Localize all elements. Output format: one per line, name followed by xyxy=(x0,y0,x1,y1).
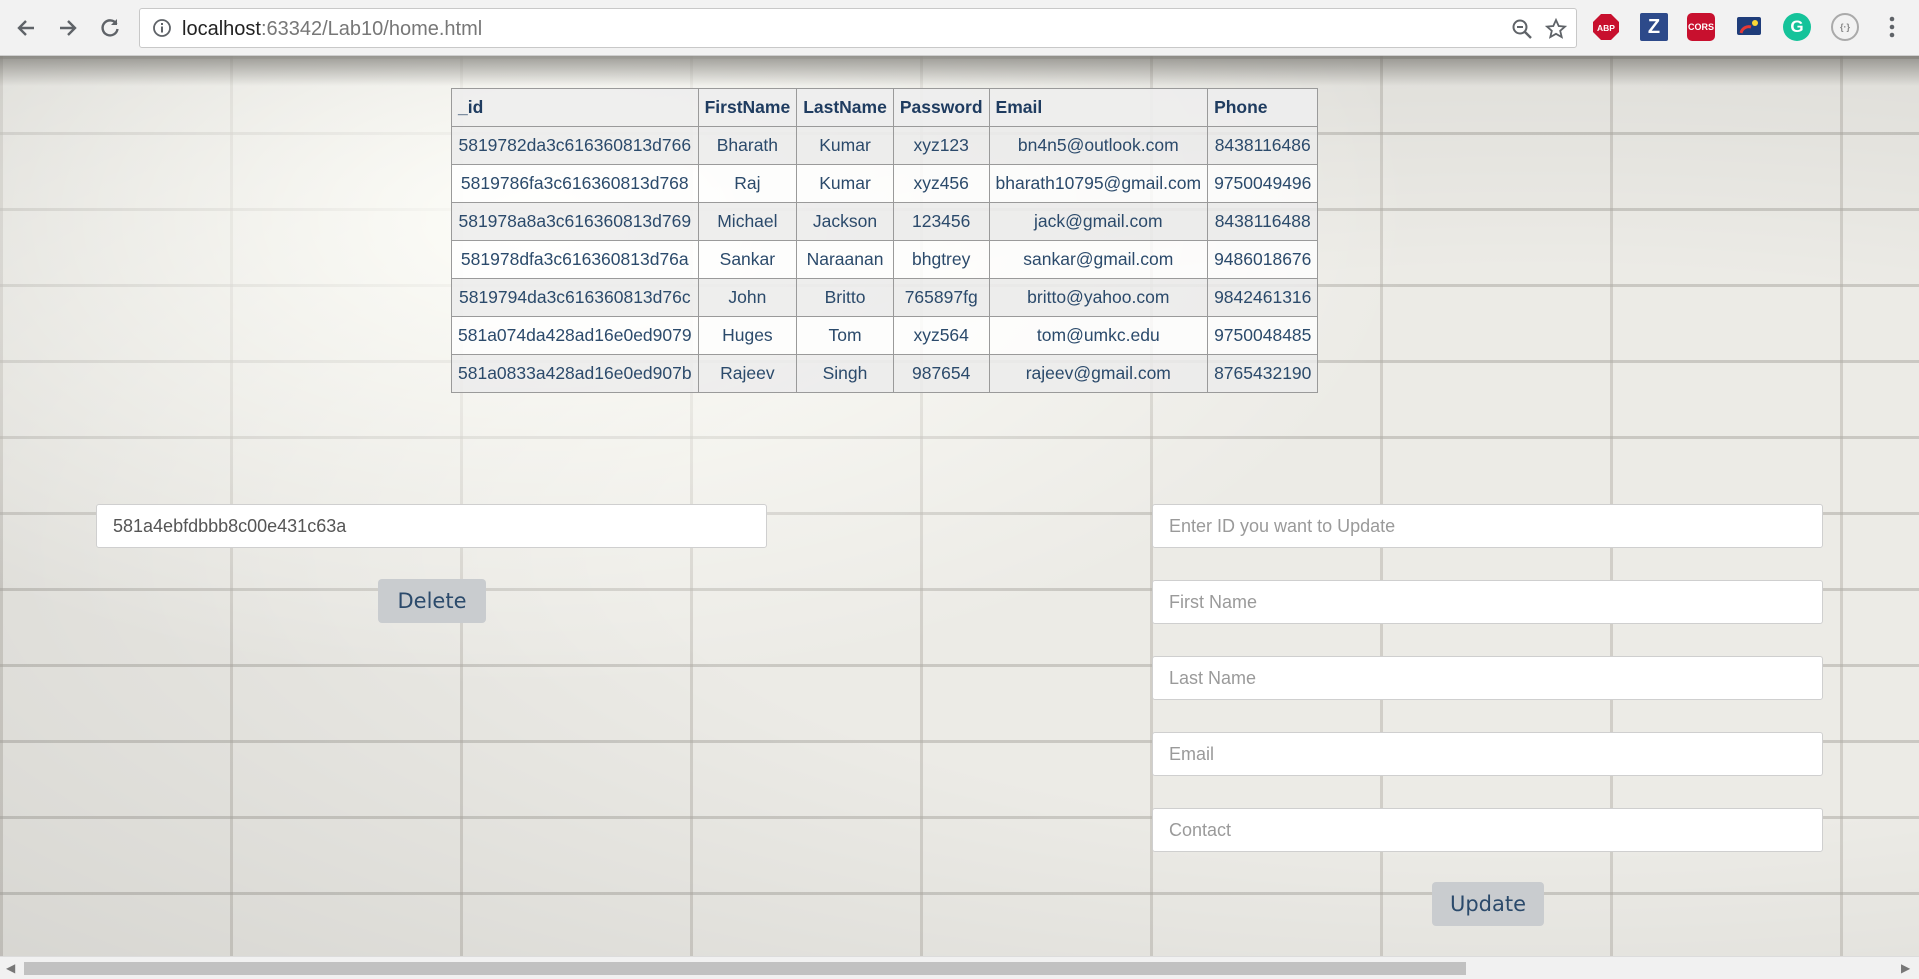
json-viewer-icon[interactable]: {·} xyxy=(1831,13,1859,41)
cell-phone: 9750048485 xyxy=(1207,316,1319,355)
table-row: 581978dfa3c616360813d76a Sankar Naraanan… xyxy=(451,240,1319,279)
scrollbar-thumb[interactable] xyxy=(24,962,1466,975)
zotero-label: Z xyxy=(1647,15,1661,38)
cell-id: 5819786fa3c616360813d768 xyxy=(451,164,699,203)
cell-lastname: Jackson xyxy=(796,202,894,241)
cell-lastname: Kumar xyxy=(796,164,894,203)
page-content: _id FirstName LastName Password Email Ph… xyxy=(0,56,1919,956)
email-input[interactable] xyxy=(1152,732,1823,776)
update-button[interactable]: Update xyxy=(1432,882,1544,926)
back-button[interactable] xyxy=(10,12,42,44)
contact-input[interactable] xyxy=(1152,808,1823,852)
cell-password: bhgtrey xyxy=(892,240,990,279)
cell-firstname: John xyxy=(697,278,798,317)
cell-phone: 8765432190 xyxy=(1207,354,1319,393)
table-row: 581a074da428ad16e0ed9079 Huges Tom xyz56… xyxy=(451,316,1319,355)
wall-shadow xyxy=(0,56,1919,86)
url-host: localhost xyxy=(182,18,261,40)
cell-password: xyz456 xyxy=(892,164,990,203)
scroll-left-arrow-icon[interactable]: ◀ xyxy=(6,961,15,975)
header-lastname: LastName xyxy=(796,88,894,127)
cast-icon[interactable] xyxy=(1735,13,1763,41)
header-firstname: FirstName xyxy=(697,88,798,127)
header-password: Password xyxy=(892,88,990,127)
cell-firstname: Sankar xyxy=(697,240,798,279)
cell-firstname: Michael xyxy=(697,202,798,241)
table-row: 5819794da3c616360813d76c John Britto 765… xyxy=(451,278,1319,317)
cell-password: xyz564 xyxy=(892,316,990,355)
table-row: 581a0833a428ad16e0ed907b Rajeev Singh 98… xyxy=(451,354,1319,393)
table-row: 5819782da3c616360813d766 Bharath Kumar x… xyxy=(451,126,1319,165)
cell-firstname: Rajeev xyxy=(697,354,798,393)
cell-lastname: Naraanan xyxy=(796,240,894,279)
bookmark-star-icon[interactable] xyxy=(1544,17,1568,45)
header-id: _id xyxy=(451,88,699,127)
last-name-input[interactable] xyxy=(1152,656,1823,700)
first-name-input[interactable] xyxy=(1152,580,1823,624)
url-text[interactable]: localhost:63342/Lab10/home.html xyxy=(182,18,482,41)
back-arrow-icon xyxy=(17,20,34,36)
cell-lastname: Tom xyxy=(796,316,894,355)
delete-button[interactable]: Delete xyxy=(378,579,486,623)
cell-lastname: Britto xyxy=(796,278,894,317)
cell-id: 581a0833a428ad16e0ed907b xyxy=(451,354,699,393)
browser-toolbar: localhost:63342/Lab10/home.html ABP Z CO… xyxy=(0,0,1919,56)
url-port: :63342 xyxy=(260,18,323,40)
abp-icon[interactable]: ABP xyxy=(1592,13,1620,41)
cell-password: 987654 xyxy=(892,354,990,393)
cell-phone: 9750049496 xyxy=(1207,164,1319,203)
grammarly-icon[interactable]: G xyxy=(1783,13,1811,41)
menu-icon[interactable] xyxy=(1882,13,1902,41)
forward-arrow-icon xyxy=(60,20,77,36)
cell-lastname: Kumar xyxy=(796,126,894,165)
cell-id: 581978a8a3c616360813d769 xyxy=(451,202,699,241)
address-bar[interactable]: localhost:63342/Lab10/home.html xyxy=(139,8,1577,48)
cell-email: britto@yahoo.com xyxy=(988,278,1209,317)
info-icon[interactable] xyxy=(152,18,172,43)
users-table: _id FirstName LastName Password Email Ph… xyxy=(451,88,1319,393)
cell-email: tom@umkc.edu xyxy=(988,316,1209,355)
cell-lastname: Singh xyxy=(796,354,894,393)
grammarly-label: G xyxy=(1790,17,1804,36)
delete-id-input[interactable] xyxy=(96,504,767,548)
reload-button[interactable] xyxy=(94,12,126,44)
cell-id: 581a074da428ad16e0ed9079 xyxy=(451,316,699,355)
zotero-icon[interactable]: Z xyxy=(1640,13,1668,41)
cors-icon[interactable]: CORS xyxy=(1687,13,1715,41)
cell-email: sankar@gmail.com xyxy=(988,240,1209,279)
json-label: {·} xyxy=(1839,22,1850,32)
cell-firstname: Bharath xyxy=(697,126,798,165)
abp-label: ABP xyxy=(1597,23,1615,33)
cors-label: CORS xyxy=(1687,22,1714,32)
cell-email: bharath10795@gmail.com xyxy=(988,164,1209,203)
cell-password: 765897fg xyxy=(892,278,990,317)
zoom-icon[interactable] xyxy=(1511,18,1533,45)
cell-password: 123456 xyxy=(892,202,990,241)
cell-email: rajeev@gmail.com xyxy=(988,354,1209,393)
table-header-row: _id FirstName LastName Password Email Ph… xyxy=(451,88,1319,127)
table-row: 5819786fa3c616360813d768 Raj Kumar xyz45… xyxy=(451,164,1319,203)
cell-password: xyz123 xyxy=(892,126,990,165)
forward-button[interactable] xyxy=(52,12,84,44)
table-row: 581978a8a3c616360813d769 Michael Jackson… xyxy=(451,202,1319,241)
scroll-right-arrow-icon[interactable]: ▶ xyxy=(1901,961,1910,975)
horizontal-scrollbar[interactable]: ◀ ▶ xyxy=(0,956,1919,979)
url-path: /Lab10/home.html xyxy=(322,18,483,40)
cell-id: 5819794da3c616360813d76c xyxy=(451,278,699,317)
cell-id: 5819782da3c616360813d766 xyxy=(451,126,699,165)
cell-phone: 9842461316 xyxy=(1207,278,1319,317)
cell-phone: 8438116488 xyxy=(1207,202,1319,241)
cell-firstname: Raj xyxy=(697,164,798,203)
cell-id: 581978dfa3c616360813d76a xyxy=(451,240,699,279)
cell-email: jack@gmail.com xyxy=(988,202,1209,241)
cell-email: bn4n5@outlook.com xyxy=(988,126,1209,165)
header-phone: Phone xyxy=(1207,88,1319,127)
update-id-input[interactable] xyxy=(1152,504,1823,548)
cell-phone: 9486018676 xyxy=(1207,240,1319,279)
header-email: Email xyxy=(988,88,1209,127)
cell-phone: 8438116486 xyxy=(1207,126,1319,165)
cell-firstname: Huges xyxy=(697,316,798,355)
reload-icon xyxy=(101,19,119,37)
